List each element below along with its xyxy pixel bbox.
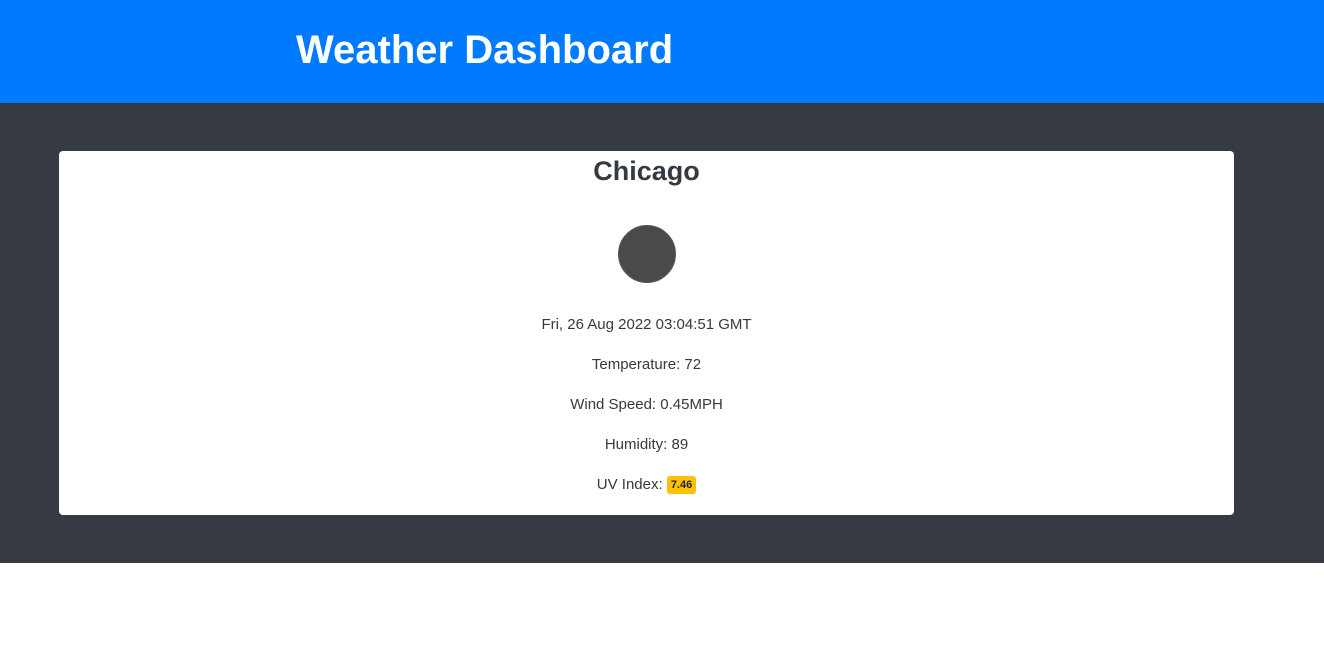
humidity-text: Humidity: 89 — [604, 436, 689, 453]
weather-card: Chicago Fri, 26 Aug 2022 03:04:51 GMT Te… — [59, 151, 1234, 515]
city-name: Chicago — [593, 156, 700, 186]
main-section: Chicago Fri, 26 Aug 2022 03:04:51 GMT Te… — [0, 103, 1324, 563]
uv-index-label: UV Index: — [596, 476, 663, 493]
weather-condition-icon — [617, 225, 676, 283]
wind-speed-text: Wind Speed: 0.45MPH — [570, 396, 723, 413]
page-title: Weather Dashboard — [296, 28, 674, 72]
uv-index-row: UV Index: 7.46 — [59, 475, 1234, 495]
app-header: Weather Dashboard — [0, 0, 1324, 103]
date-text: Fri, 26 Aug 2022 03:04:51 GMT — [541, 316, 752, 333]
temperature-text: Temperature: 72 — [591, 356, 702, 373]
uv-index-badge: 7.46 — [666, 476, 697, 494]
page-footer-space — [0, 563, 1324, 648]
